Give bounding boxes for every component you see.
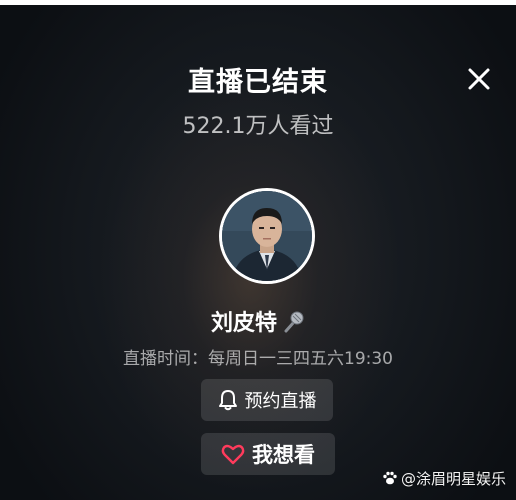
host-name: 刘皮特 [210, 311, 277, 336]
close-icon [468, 68, 490, 90]
bell-icon [218, 389, 238, 411]
page-title: 直播已结束 [188, 67, 328, 98]
host-name-row: 刘皮特 [0, 305, 516, 340]
reserve-live-button[interactable]: 预约直播 [201, 379, 333, 421]
reserve-live-label: 预约直播 [244, 391, 317, 412]
top-edge-strip [0, 0, 516, 5]
watermark: @涂眉明星娱乐 [382, 468, 506, 490]
close-button[interactable] [462, 62, 496, 96]
paw-logo-icon [382, 470, 398, 490]
heart-outline-icon [221, 443, 245, 465]
microphone-icon [281, 310, 305, 340]
live-schedule: 直播时间：每周日一三四五六19:30 [123, 349, 393, 369]
avatar-image [222, 191, 312, 281]
watermark-text: @涂眉明星娱乐 [400, 470, 506, 488]
live-ended-screen: 直播已结束 522.1万人看过 刘皮特 直播时间：每周日一三四五六19:30 预… [0, 0, 516, 500]
want-to-watch-label: 我想看 [252, 443, 315, 467]
viewer-count: 522.1万人看过 [182, 114, 334, 139]
host-avatar[interactable] [219, 188, 315, 284]
want-to-watch-button[interactable]: 我想看 [201, 433, 335, 475]
